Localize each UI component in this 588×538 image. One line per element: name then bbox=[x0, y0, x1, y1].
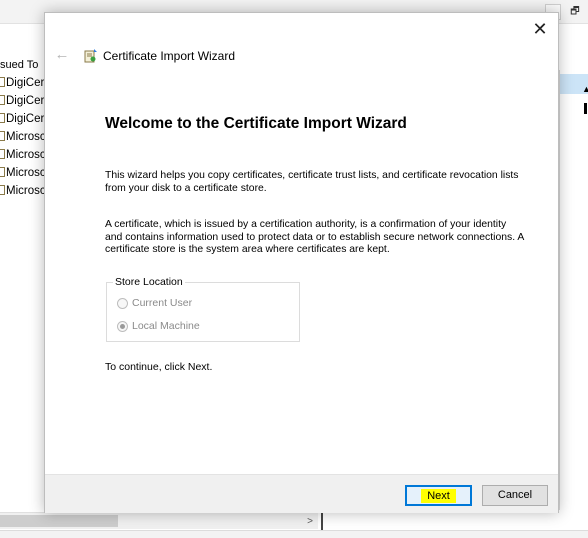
local-machine-radio[interactable] bbox=[117, 320, 128, 332]
list-item[interactable]: DigiCert bbox=[0, 110, 50, 128]
next-button[interactable]: Next bbox=[405, 485, 472, 506]
page-heading: Welcome to the Certificate Import Wizard bbox=[105, 115, 407, 132]
current-user-radio[interactable] bbox=[117, 297, 128, 309]
scrollbar-thumb[interactable] bbox=[0, 515, 118, 527]
list-item[interactable]: DigiCert bbox=[0, 74, 50, 92]
list-item-label: DigiCert bbox=[6, 95, 48, 107]
certificate-icon bbox=[84, 49, 97, 63]
cancel-button[interactable]: Cancel bbox=[482, 485, 548, 506]
next-button-label: Next bbox=[421, 489, 456, 503]
actions-panel bbox=[559, 70, 588, 510]
back-arrow-icon[interactable]: ← bbox=[53, 46, 71, 64]
certificate-icon bbox=[0, 95, 5, 105]
current-user-label: Current User bbox=[132, 297, 193, 309]
wizard-title: Certificate Import Wizard bbox=[103, 49, 236, 63]
action-marker-icon bbox=[584, 103, 587, 114]
list-item[interactable]: Microsc bbox=[0, 164, 50, 182]
scroll-right-icon[interactable]: > bbox=[302, 513, 318, 530]
restore-icon[interactable]: 🗗 bbox=[566, 4, 584, 20]
status-bar bbox=[0, 530, 588, 538]
list-item-label: Microsc bbox=[6, 167, 46, 179]
local-machine-option[interactable]: Local Machine bbox=[117, 320, 200, 332]
certificate-icon bbox=[0, 131, 5, 141]
certificate-import-wizard-dialog: ✕ ← Certificate Import Wizard Welcome to… bbox=[44, 12, 559, 513]
horizontal-scrollbar[interactable]: > bbox=[0, 512, 318, 529]
list-item[interactable]: Microsc bbox=[0, 182, 50, 200]
certificate-icon bbox=[0, 167, 5, 177]
list-item[interactable]: Microsc bbox=[0, 146, 50, 164]
list-item[interactable]: DigiCert bbox=[0, 92, 50, 110]
store-location-group: Store Location Current User Local Machin… bbox=[106, 276, 300, 342]
close-button[interactable]: ✕ bbox=[528, 17, 552, 41]
list-item-label: DigiCert bbox=[6, 113, 48, 125]
list-item-label: Microsc bbox=[6, 185, 46, 197]
certificate-icon bbox=[0, 77, 5, 87]
continue-instruction: To continue, click Next. bbox=[105, 361, 213, 373]
current-user-option[interactable]: Current User bbox=[117, 297, 192, 309]
list-item-label: Microsc bbox=[6, 149, 46, 161]
list-item[interactable]: Microsc bbox=[0, 128, 50, 146]
certificate-icon bbox=[0, 113, 5, 123]
pane-divider[interactable] bbox=[321, 510, 323, 530]
store-location-legend: Store Location bbox=[113, 276, 185, 288]
issued-to-column-header[interactable]: sued To bbox=[0, 56, 50, 74]
certificate-icon bbox=[0, 149, 5, 159]
list-item-label: Microsc bbox=[6, 131, 46, 143]
certificate-icon bbox=[0, 185, 5, 195]
certificate-list: sued To DigiCert DigiCert DigiCert Micro… bbox=[0, 54, 50, 514]
description-paragraph: A certificate, which is issued by a cert… bbox=[105, 219, 524, 255]
local-machine-label: Local Machine bbox=[132, 320, 200, 332]
collapse-arrow-icon[interactable]: ▲ bbox=[582, 84, 588, 94]
wizard-footer: Next Cancel bbox=[45, 474, 558, 513]
intro-paragraph: This wizard helps you copy certificates,… bbox=[105, 170, 519, 194]
list-item-label: DigiCert bbox=[6, 77, 48, 89]
